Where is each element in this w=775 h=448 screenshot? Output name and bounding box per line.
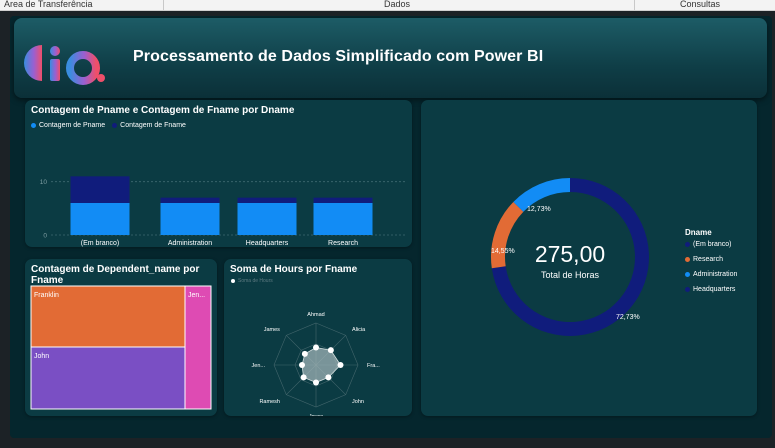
legend-label-headquarters: Headquarters [693,286,736,293]
treemap-label-franklin: Franklin [34,292,59,299]
ribbon-groups: Área de Transferência Dados Consultas [0,0,775,11]
report-page: Processamento de Dados Simplificado com … [10,16,772,438]
radar-plot: Ahmad Alicia Fra... John Joyce Ramesh Jen... Ja… [252,312,381,416]
donut-center-label: Total de Horas [540,270,600,280]
legend-label-administration: Administration [693,271,738,278]
ribbon-group-data[interactable]: Dados [384,0,410,9]
ribbon-group-queries[interactable]: Consultas [680,0,720,9]
radar-axis-label: John [352,399,364,405]
radar-point-jen[interactable] [299,362,305,368]
treemap-label-jen: Jen... [188,292,205,299]
donut-slice-label: 14,55% [491,248,515,255]
radar-point-alicia[interactable] [327,347,334,354]
legend-label-research: Research [693,256,723,263]
donut-slice-label: 12,73% [527,206,551,213]
bar-chart-plot: 0 10 (Em branco) Administration Headquarters… [40,176,405,247]
page-title: Processamento de Dados Simplificado com … [133,48,544,65]
bar-chart-card[interactable]: Contagem de Pname e Contagem de Fname po… [25,100,412,247]
bar-category-label[interactable]: (Em branco) [81,240,120,247]
treemap-label-john: John [34,353,49,360]
donut-legend-title: Dname [685,228,712,237]
radar-point-ahmad[interactable] [313,344,319,351]
radar-point-ramesh[interactable] [300,374,307,381]
header-banner: Processamento de Dados Simplificado com … [14,18,767,98]
bar-category-label[interactable]: Research [328,240,358,247]
bar-pname-administration [160,203,220,235]
donut-center-value: 275,00 [534,241,606,267]
legend-dot-blank [685,242,690,247]
treemap-cell-jen[interactable] [184,285,212,410]
radar-point-john[interactable] [325,374,332,381]
radar-point-joyce[interactable] [313,379,319,386]
bar-pname-em-branco [70,203,130,235]
bar-category-label[interactable]: Headquarters [246,240,289,247]
bar-pname-headquarters [237,203,297,235]
radar-axis-label: Ahmad [307,312,324,318]
bar-fname-em-branco [70,176,130,203]
donut-legend-item-administration[interactable]: Administration [685,271,737,278]
bar-category-label[interactable]: Administration [168,240,212,247]
bar-ytick-label: 10 [40,179,48,186]
donut-card[interactable]: 72,73% 14,55% 12,73% 275,00 Total de Horas… [421,100,757,416]
treemap-plot: Franklin John Jen... [30,285,212,410]
bar-fname-research [313,197,373,203]
legend-dot-administration [685,272,690,277]
bar-ytick-label: 0 [43,233,47,240]
bar-pname-research [313,203,373,235]
donut-slice-label: 72,73% [616,314,640,321]
legend-dot-research [685,257,690,262]
legend-dot-headquarters [685,287,690,292]
bar-fname-headquarters [237,197,297,203]
radar-axis-label: James [264,327,280,333]
radar-point-fra[interactable] [337,362,344,368]
treemap-card[interactable]: Contagem de Dependent_name por Fname Fra… [25,259,217,416]
donut-legend-item-headquarters[interactable]: Headquarters [685,286,735,293]
radar-area [301,347,342,383]
radar-axis-label: Ramesh [259,399,279,405]
radar-axis-label: Alicia [352,327,366,333]
bar-fname-administration [160,197,220,203]
radar-card[interactable]: Soma de Hours por Fname Soma de Hours Ah… [224,259,412,416]
legend-label-blank: (Em branco) [693,241,732,248]
radar-axis-label: Fra... [367,363,380,369]
radar-axis-label: Jen... [252,363,266,369]
donut-slice-research[interactable] [491,201,524,269]
donut-legend-item-research[interactable]: Research [685,256,723,263]
dio-logo [24,45,105,85]
treemap-cell-john[interactable] [30,346,186,410]
radar-point-james[interactable] [301,350,308,357]
report-canvas-frame: Processamento de Dados Simplificado com … [0,11,775,448]
ribbon-group-clipboard[interactable]: Área de Transferência [4,0,93,9]
radar-axis-label: Joyce [309,414,323,416]
donut-legend-item-blank[interactable]: (Em branco) [685,241,732,248]
